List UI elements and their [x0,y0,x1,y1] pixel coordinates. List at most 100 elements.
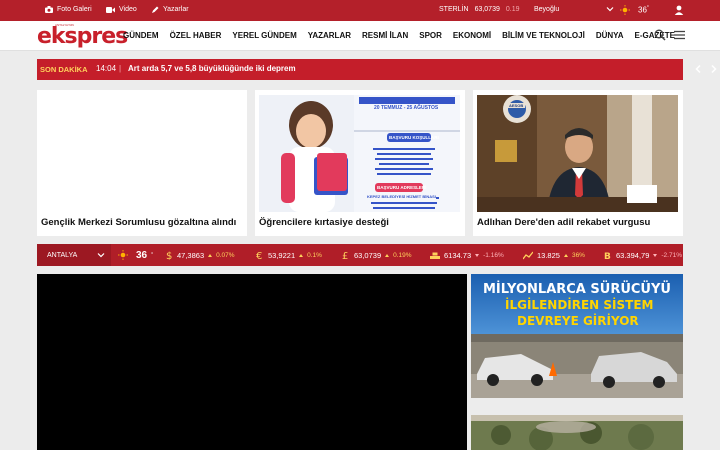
search-icon[interactable] [654,29,666,41]
market-value: 47,3863 [177,250,205,260]
market-item-bitcoin[interactable]: B 63.394,79 -2.71% [604,244,682,266]
nav-item-resmi-ilan[interactable]: RESMİ İLAN [362,31,408,40]
poster-dates: 20 TEMMUZ - 25 AĞUSTOS [374,105,439,111]
chevron-down-icon[interactable] [97,251,105,259]
market-change: 0.1% [307,251,322,259]
breaking-news-time: 14:04 [96,64,117,73]
nav-item-dunya[interactable]: DÜNYA [596,31,624,40]
currency-change: 0.19 [505,6,520,13]
authors-link[interactable]: Yazarlar [152,6,189,13]
chevron-left-icon[interactable] [694,64,703,74]
top-bar: Foto Galeri Video Yazarlar STERLİN 63,07… [0,0,720,21]
arrow-up-icon [563,253,568,257]
official-photo-illustration [477,95,678,212]
video-player[interactable] [37,274,467,450]
market-value: 6134.73 [444,250,472,260]
market-value: 13.825 [537,250,560,260]
nav-item-bilim-teknoloji[interactable]: BİLİM VE TEKNOLOJİ [502,31,585,40]
weather-city-select[interactable]: ANTALYA [37,244,111,266]
poster-address-text: KEPEZ BELEDİYESİ HİZMET BİNASI [367,194,436,199]
arrow-up-icon [208,253,213,257]
poster-address-title: BAŞVURU ADRESLERİ [377,185,427,190]
bitcoin-icon: B [604,252,611,260]
aesob-badge: AESOB [507,103,526,108]
promo-headline-line1: MİLYONLARCA SÜRÜCÜYÜ [483,282,671,297]
photo-gallery-link[interactable]: Foto Galeri [45,6,92,13]
news-card-title[interactable]: Öğrencilere kırtasiye desteği [259,217,389,228]
news-card[interactable]: AESOB Adlıhan Dere'den adil rekabet vurg… [473,90,683,236]
news-card[interactable]: 20 TEMMUZ - 25 AĞUSTOS BAŞVURU KOŞULLARI… [255,90,465,236]
forest-fire-image [471,415,683,450]
news-card-image[interactable]: 20 TEMMUZ - 25 AĞUSTOS BAŞVURU KOŞULLARI… [259,95,460,212]
news-card-title[interactable]: Adlıhan Dere'den adil rekabet vurgusu [477,217,650,228]
camera-icon [45,6,53,13]
chevron-right-icon[interactable] [709,64,718,74]
market-change: -2.71% [661,251,682,259]
nav-item-ozel-haber[interactable]: ÖZEL HABER [170,31,222,40]
sun-icon [118,250,128,260]
promo-headline-line2: İLGİLENDİREN SİSTEM [505,298,654,312]
svg-text:€: € [256,251,262,260]
nav-item-spor[interactable]: SPOR [419,31,442,40]
weather-now: 36 ° [118,244,153,266]
arrow-down-icon [475,253,480,257]
video-camera-icon [106,6,115,13]
svg-text:£: £ [342,251,348,260]
market-item-gbp[interactable]: £ 63,0739 0.19% [342,244,412,266]
temperature-unit: ° [646,5,649,11]
pound-icon: £ [342,251,348,260]
weather-temperature-unit: ° [151,252,154,258]
gold-bars-icon [430,252,440,259]
news-card-image[interactable]: AESOB [477,95,678,212]
nav-item-yerel-gundem[interactable]: YEREL GÜNDEM [232,31,296,40]
dollar-icon: $ [166,251,172,260]
breaking-news-separator: | [119,64,122,73]
market-item-gold[interactable]: 6134.73 -1.16% [430,244,504,266]
poster-conditions-title: BAŞVURU KOŞULLARI [389,135,439,140]
breaking-news-label: SON DAKİKA [40,65,88,74]
market-ticker-bar: ANTALYA 36 ° $ 47,3863 0.07% € 53,9221 0.… [37,244,683,266]
video-label: Video [119,6,137,13]
currency-value: 63,0739 [474,6,500,13]
authors-label: Yazarlar [163,6,189,13]
user-icon[interactable] [674,5,684,15]
svg-text:$: $ [166,251,172,260]
currency-name: STERLİN [439,6,469,13]
market-value: 53,9221 [268,250,296,260]
promo-headline-line3: DEVREYE GİRİYOR [517,314,639,328]
site-logo[interactable]: ekspres [37,24,128,49]
breaking-news-headline[interactable]: Art arda 5,7 ve 5,8 büyüklüğünde iki dep… [128,64,296,73]
nav-item-ekonomi[interactable]: EKONOMİ [453,31,491,40]
chevron-down-icon[interactable] [606,5,614,13]
temperature-value: 36 [638,5,647,15]
market-item-eur[interactable]: € 53,9221 0.1% [256,244,322,266]
news-card-image[interactable] [41,95,242,212]
nav-item-yazarlar[interactable]: YAZARLAR [308,31,351,40]
city-select-label[interactable]: Beyoğlu [534,6,559,13]
arrow-up-icon [299,253,304,257]
euro-icon: € [256,251,262,260]
photo-gallery-label: Foto Galeri [57,6,92,13]
arrow-down-icon [653,253,658,257]
weather-temperature: 36 [136,249,148,261]
sun-icon [620,5,630,15]
market-item-usd[interactable]: $ 47,3863 0.07% [165,244,235,266]
main-navigation: ANTALYA'NIN ekspres GÜNDEM ÖZEL HABER YE… [0,21,720,51]
pen-icon [152,6,159,13]
market-change: 0.07% [216,251,235,259]
nav-menu: GÜNDEM ÖZEL HABER YEREL GÜNDEM YAZARLAR … [123,31,686,40]
video-link[interactable]: Video [106,6,137,13]
currency-ticker: STERLİN 63,0739 0.19 [439,6,520,13]
nav-item-gundem[interactable]: GÜNDEM [123,31,159,40]
promo-news-card[interactable]: MİLYONLARCA SÜRÜCÜYÜ İLGİLENDİREN SİSTEM… [471,274,683,398]
weather-city: ANTALYA [47,251,78,259]
market-value: 63.394,79 [616,250,650,260]
market-change: -1.16% [483,251,504,259]
market-value: 63,0739 [354,250,382,260]
news-card[interactable]: Gençlik Merkezi Sorumlusu gözaltına alın… [37,90,247,236]
news-thumbnail[interactable] [471,415,683,450]
svg-text:B: B [604,252,611,260]
news-card-title[interactable]: Gençlik Merkezi Sorumlusu gözaltına alın… [41,217,236,228]
menu-icon[interactable] [674,30,685,40]
market-item-bist[interactable]: 13.825 36% [523,244,585,266]
